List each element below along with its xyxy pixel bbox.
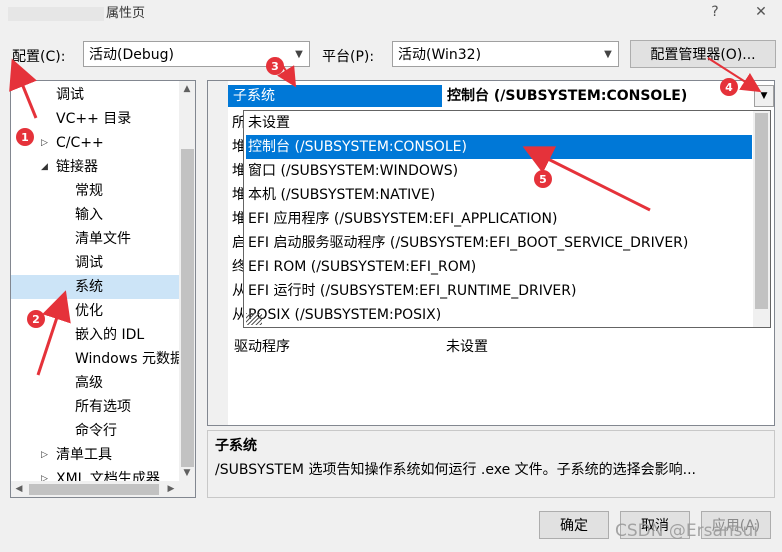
annotation-arrow-2 <box>36 290 71 376</box>
annotation-badge-2: 2 <box>27 310 45 328</box>
annotation-overlay <box>9 57 762 376</box>
annotation-badge-3: 3 <box>266 57 284 75</box>
annotation-badge-1: 1 <box>16 128 34 146</box>
annotation-badge-4: 4 <box>720 78 738 96</box>
annotation-arrow-1 <box>9 58 38 119</box>
annotation-badge-5: 5 <box>534 170 552 188</box>
